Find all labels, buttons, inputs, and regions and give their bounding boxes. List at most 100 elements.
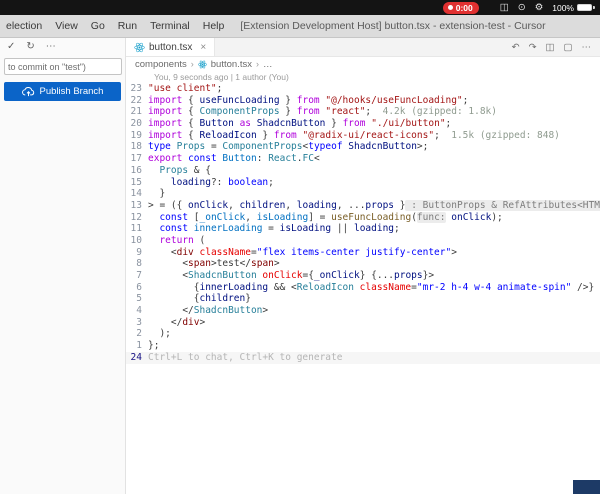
line-number: 22 [130,94,142,106]
publish-branch-button[interactable]: Publish Branch [4,82,121,101]
code-text: const [_onClick, isLoading] = useFuncLoa… [159,211,503,223]
react-file-icon [134,42,145,53]
layout-icon[interactable]: ▢ [564,42,573,53]
breadcrumb-item-file[interactable]: button.tsx [211,59,252,70]
menu-bar: election View Go Run Terminal Help [6,20,224,32]
code-line[interactable]: 23 "use client"; [126,83,600,95]
code-lines: 23 "use client"; 22 import { useFuncLoading… [126,83,600,364]
code-text: const innerLoading = isLoading || loadin… [159,223,400,235]
code-text: loading?: boolean; [170,176,274,188]
code-line[interactable]: 1}; [126,340,600,352]
code-line[interactable]: 8 <span>test</span> [126,258,600,270]
code-line[interactable]: 9 <div className="flex items-center just… [126,247,600,259]
cursor-window: 0:00 ◫ ⊙ ⚙ 100% election View Go Run Terminal H… [0,0,600,494]
code-line[interactable]: 19 import { ReloadIcon } from "@radix-ui/… [126,130,600,142]
menu-view[interactable]: View [55,20,78,32]
battery-icon [577,4,592,11]
code-line[interactable]: 4 </ShadcnButton> [126,305,600,317]
menu-run[interactable]: Run [118,20,137,32]
menu-help[interactable]: Help [203,20,225,32]
code-line[interactable]: 12 const [_onClick, isLoading] = useFunc… [126,211,600,224]
code-text: {children} [148,293,251,305]
code-text: import { ComponentProps } from "react"; … [148,106,497,118]
line-number: 20 [130,118,142,130]
more-icon[interactable]: ⋯ [582,42,592,53]
code-line[interactable]: 18 type Props = ComponentProps<typeof Sha… [126,141,600,153]
code-line[interactable]: 10 return ( [126,235,600,247]
line-number: 1 [136,340,142,352]
code-line[interactable]: 3 </div> [126,317,600,329]
code-line[interactable]: 7 <ShadcnButton onClick={_onClick} {...p… [126,270,600,282]
breadcrumb-item-components[interactable]: components [135,59,187,70]
line-number: 2 [136,328,142,340]
line-number: 15 [130,176,142,188]
tab-close-icon[interactable]: × [200,42,206,53]
line-number: 10 [130,234,142,246]
tab-button-tsx[interactable]: button.tsx × [126,38,216,56]
code-line[interactable]: 21 import { ComponentProps } from "react"… [126,106,600,118]
screen-recording-timer[interactable]: 0:00 [442,1,479,14]
back-icon[interactable]: ↶ [512,42,520,53]
code-line[interactable]: 13 > = ({ onClick, children, loading, ...… [126,199,600,212]
forward-icon[interactable]: ↷ [529,42,537,53]
publish-branch-label: Publish Branch [39,86,104,97]
code-text: <span>test</span> [148,258,280,270]
line-number: 3 [136,316,142,328]
line-number: 4 [136,305,142,317]
display-icon[interactable]: ◫ [500,1,509,14]
code-text: <ShadcnButton onClick={_onClick} {...pro… [148,270,435,281]
code-line[interactable]: 5 {children} [126,293,600,305]
recording-time-label: 0:00 [455,2,473,13]
code-line[interactable]: 2 ); [126,328,600,340]
line-number: 23 [130,83,142,94]
breadcrumb-item-symbol[interactable]: … [263,59,273,70]
code-editor[interactable]: You, 9 seconds ago | 1 author (You) 23 "u… [126,71,600,494]
split-editor-icon[interactable]: ◫ [546,42,555,53]
code-line[interactable]: 6 {innerLoading && <ReloadIcon className… [126,282,600,294]
breadcrumb: components › button.tsx › … [126,57,600,71]
code-line[interactable]: 22 import { useFuncLoading } from "@/hook… [126,95,600,107]
menu-go[interactable]: Go [91,20,105,32]
line-number: 19 [130,129,142,141]
code-text: import { useFuncLoading } from "@/hooks/… [148,94,469,106]
refresh-icon[interactable]: ↻ [26,38,34,56]
workbench: ✓ ↻ ⋯ Publish Branch [0,38,600,494]
editor-group: button.tsx × ↶ ↷ ◫ ▢ ⋯ components › butt… [126,38,600,494]
line-number: 24 [130,351,142,363]
code-text: </div> [148,316,206,328]
cloud-upload-icon [21,86,35,97]
battery-indicator: 100% [552,3,595,13]
codelens-annotation[interactable]: You, 9 seconds ago | 1 author (You) [126,72,600,83]
code-text: "use client"; [148,83,223,94]
line-number: 17 [130,153,142,165]
commit-check-icon[interactable]: ✓ [7,38,15,56]
battery-percent-label: 100% [552,2,574,13]
chevron-right-icon-2: › [255,59,259,69]
sidebar-source-control: ✓ ↻ ⋯ Publish Branch [0,38,126,494]
settings-gear-icon[interactable]: ⚙ [535,1,544,14]
bottom-right-overlay [573,480,600,494]
line-number: 11 [130,223,142,235]
battery-nub [593,6,595,9]
code-line[interactable]: 15 loading?: boolean; [126,177,600,189]
code-line[interactable]: 16 Props & { [126,165,600,177]
chevron-right-icon: › [190,59,194,69]
more-actions-icon[interactable]: ⋯ [46,38,56,56]
code-line[interactable]: 17 export const Button: React.FC< [126,153,600,165]
code-line[interactable]: 24 Ctrl+L to chat, Ctrl+K to generate [126,351,600,364]
commit-message-input[interactable] [4,58,122,75]
code-text: type Props = ComponentProps<typeof Shadc… [148,141,429,153]
line-number: 21 [130,106,142,118]
window-title: [Extension Development Host] button.tsx … [240,20,546,32]
menu-terminal[interactable]: Terminal [150,20,190,32]
code-text: {innerLoading && <ReloadIcon className="… [148,281,595,293]
code-line[interactable]: 20 import { Button as ShadcnButton } from… [126,118,600,130]
react-file-icon-small [197,60,207,69]
code-line[interactable]: 14 } [126,188,600,200]
control-center-icon[interactable]: ⊙ [518,1,526,14]
line-number: 7 [136,270,142,281]
code-text: <div className="flex items-center justif… [148,246,457,258]
menu-election[interactable]: election [6,20,42,32]
code-line[interactable]: 11 const innerLoading = isLoading || loa… [126,223,600,235]
code-text: } [148,188,166,200]
